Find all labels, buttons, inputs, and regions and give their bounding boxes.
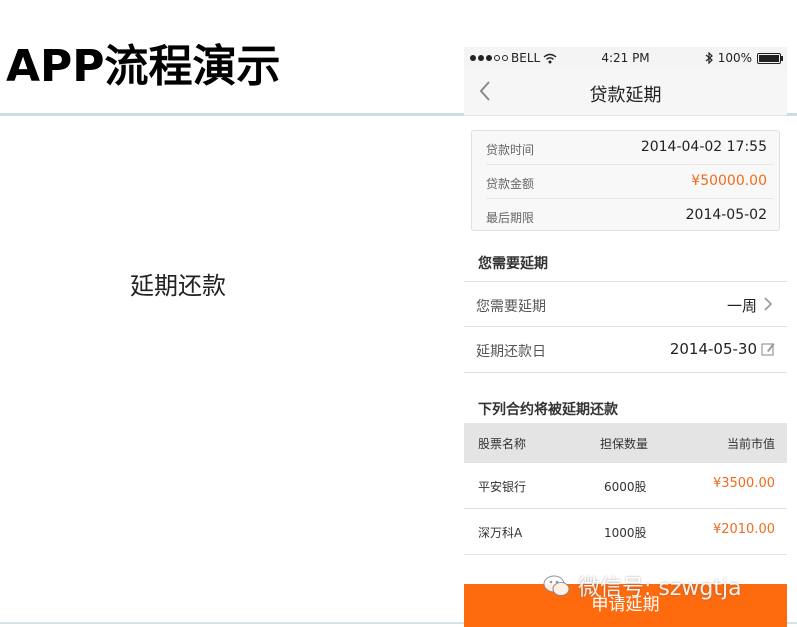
- watermark-text: 微信号: szwgtja: [578, 576, 742, 601]
- nav-bar: 贷款延期: [464, 69, 787, 116]
- stock-quantity: 1000股: [604, 526, 647, 540]
- stock-name: 平安银行: [478, 480, 527, 494]
- info-label: 贷款金额: [486, 177, 535, 191]
- info-label: 最后期限: [486, 211, 535, 225]
- extension-date-label: 延期还款日: [476, 344, 546, 360]
- info-row-deadline: 最后期限 2014-05-02: [486, 199, 773, 232]
- extension-section-header: 您需要延期: [478, 256, 548, 272]
- column-header-quantity: 担保数量: [600, 437, 649, 451]
- info-row-loan-amount: 贷款金额 ¥50000.00: [486, 165, 773, 199]
- phone-screen: BELL 4:21 PM 100% 贷款延期 贷款时间 2014-04-02 1…: [464, 47, 787, 627]
- status-right: 100%: [705, 51, 783, 65]
- extension-date-value: 2014-05-30: [669, 340, 757, 358]
- chevron-right-icon: [764, 297, 773, 311]
- stock-value: ¥2010.00: [712, 522, 775, 537]
- wechat-icon: [543, 575, 570, 596]
- info-row-loan-time: 贷款时间 2014-04-02 17:55: [486, 131, 773, 165]
- slide-title: APP流程演示: [6, 41, 281, 92]
- battery-icon: [757, 52, 783, 64]
- battery-percent: 100%: [717, 51, 752, 65]
- stock-quantity: 6000股: [604, 480, 647, 494]
- extension-duration-row[interactable]: 您需要延期 一周: [464, 281, 787, 327]
- nav-title: 贷款延期: [589, 85, 662, 106]
- status-bar: BELL 4:21 PM 100%: [464, 47, 787, 69]
- contracts-table-header: 股票名称 担保数量 当前市值: [464, 423, 787, 463]
- extension-date-row[interactable]: 延期还款日 2014-05-30: [464, 326, 787, 373]
- extension-duration-label: 您需要延期: [476, 299, 546, 315]
- info-label: 贷款时间: [486, 143, 535, 157]
- bluetooth-icon: [705, 52, 713, 64]
- slide-caption: 延期还款: [130, 272, 226, 300]
- table-row: 平安银行 6000股 ¥3500.00: [464, 463, 787, 509]
- table-row: 深万科A 1000股 ¥2010.00: [464, 509, 787, 555]
- info-value: 2014-04-02 17:55: [640, 139, 767, 155]
- stock-value: ¥3500.00: [712, 476, 775, 491]
- wechat-watermark: 微信号: szwgtja: [542, 570, 742, 602]
- stock-name: 深万科A: [478, 526, 523, 540]
- edit-icon[interactable]: [761, 341, 775, 357]
- info-value: 2014-05-02: [685, 207, 767, 223]
- loan-info-card: 贷款时间 2014-04-02 17:55 贷款金额 ¥50000.00 最后期…: [471, 130, 780, 231]
- column-header-value: 当前市值: [726, 437, 775, 451]
- column-header-name: 股票名称: [478, 437, 527, 451]
- extension-duration-value: 一周: [726, 297, 757, 315]
- info-value: ¥50000.00: [691, 173, 767, 189]
- contracts-section-header: 下列合约将被延期还款: [478, 402, 618, 418]
